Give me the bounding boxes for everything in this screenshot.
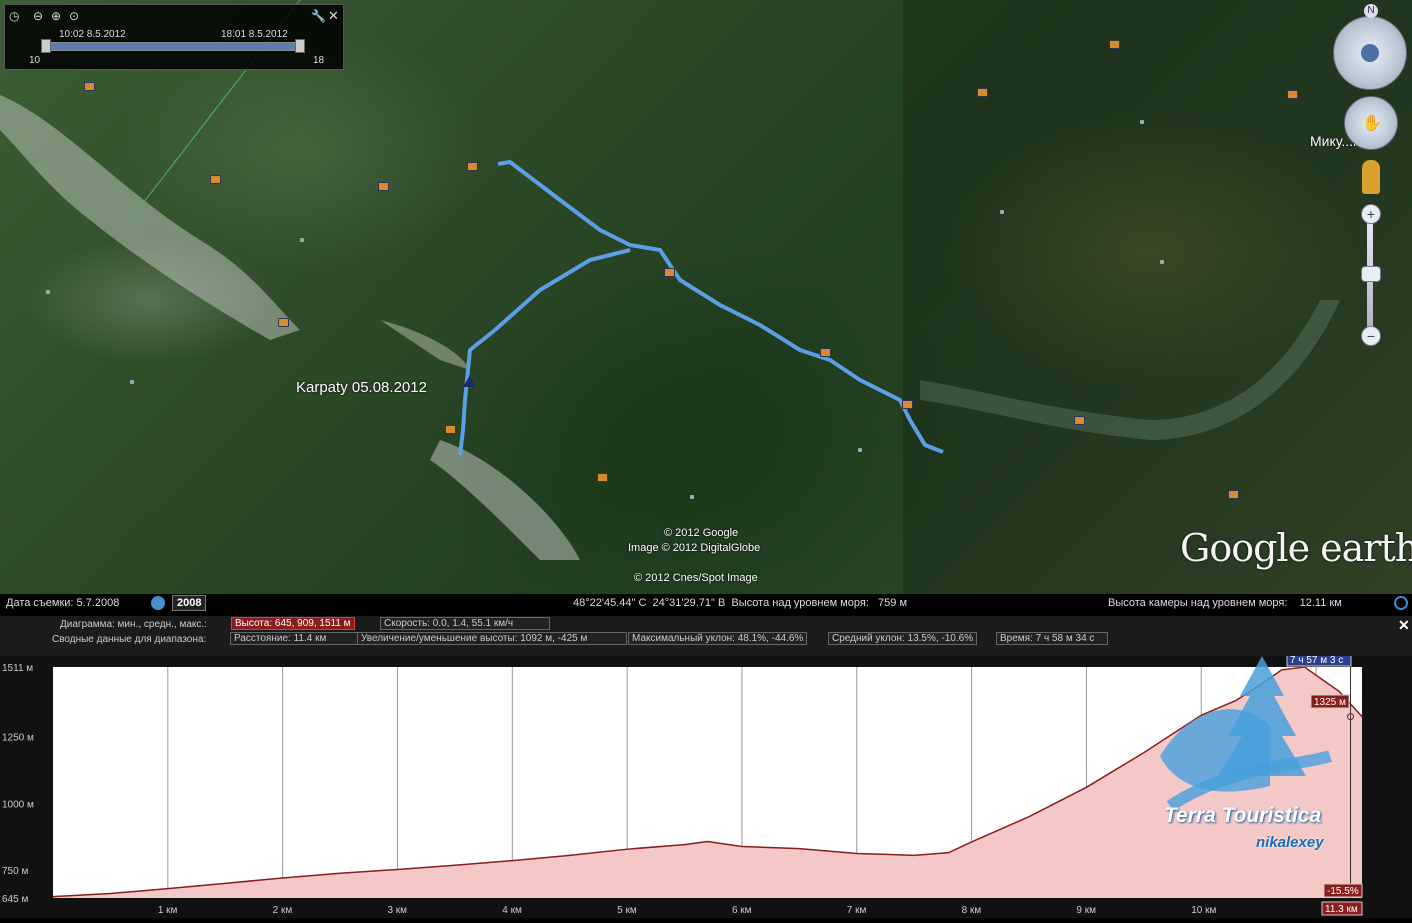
track-start-marker[interactable]: [463, 375, 475, 387]
photo-poi-icon[interactable]: [210, 175, 221, 184]
time-end-label: 18:01 8.5.2012: [221, 29, 288, 40]
x-tick-label: 6 км: [732, 905, 752, 916]
historical-imagery-icon[interactable]: [151, 596, 165, 610]
rock-ridge-2: [430, 440, 580, 560]
status-bar: Дата съемки: 5.7.2008 2008 48°22'45.44" …: [0, 594, 1412, 616]
cursor-coordinates: 48°22'45.44" С 24°31'29.71" В Высота над…: [573, 597, 908, 609]
y-tick-label: 1511 м: [2, 663, 33, 674]
time-start-handle[interactable]: [41, 39, 51, 53]
time-end-handle[interactable]: [295, 39, 305, 53]
photo-poi-icon[interactable]: [664, 268, 675, 277]
x-tick-label: 7 км: [847, 905, 867, 916]
map-view[interactable]: Karpaty 05.08.2012 Мику...нин © 2012 Goo…: [0, 0, 1412, 594]
x-tick-label: 8 км: [962, 905, 982, 916]
time-range-bar[interactable]: [43, 42, 303, 51]
time-max-label: 18: [313, 55, 325, 66]
panoramio-icon[interactable]: [130, 380, 134, 384]
panoramio-icon[interactable]: [1160, 260, 1164, 264]
gps-track[interactable]: [458, 160, 944, 456]
x-tick-label: 9 км: [1076, 905, 1096, 916]
x-tick-label: 1 км: [158, 905, 178, 916]
watermark-subtitle: nikalexey: [1256, 834, 1324, 851]
eye-icon: [1361, 44, 1379, 62]
zoom-handle[interactable]: [1361, 266, 1381, 282]
play-icon[interactable]: ⊙: [69, 9, 79, 23]
speed-stat[interactable]: Скорость: 0.0, 1.4, 55.1 км/ч: [380, 617, 550, 630]
x-tick-label: 2 км: [273, 905, 293, 916]
photo-poi-icon[interactable]: [84, 82, 95, 91]
copyright-google: © 2012 Google: [664, 527, 739, 539]
photo-poi-icon[interactable]: [1287, 90, 1298, 99]
zoom-out-time-icon[interactable]: ⊖: [33, 9, 43, 23]
gain-stat: Увеличение/уменьшение высоты: 1092 м, -4…: [357, 632, 627, 645]
time-min-label: 10: [29, 55, 41, 66]
photo-poi-icon[interactable]: [278, 318, 289, 327]
x-tick-label: 3 км: [387, 905, 407, 916]
street-view-pegman-icon[interactable]: [1362, 160, 1380, 194]
map-overlay: [0, 0, 1340, 560]
photo-poi-icon[interactable]: [1074, 416, 1085, 425]
x-tick-label: 5 км: [617, 905, 637, 916]
cursor-distance-label: 11.3 км: [1325, 904, 1358, 915]
move-control[interactable]: ✋: [1344, 96, 1398, 150]
valley: [920, 300, 1340, 440]
y-tick-label: 750 м: [2, 866, 28, 877]
clock-icon[interactable]: ◷: [9, 9, 19, 23]
x-tick-label: 10 км: [1191, 905, 1216, 916]
streaming-icon: [1394, 596, 1408, 610]
panoramio-icon[interactable]: [690, 495, 694, 499]
time-slider-panel: ◷ ⊖ ⊕ ⊙ 🔧 ✕ 10:02 8.5.2012 18:01 8.5.201…: [4, 4, 344, 70]
photo-poi-icon[interactable]: [1228, 490, 1239, 499]
avg-slope-stat: Средний уклон: 13.5%, -10.6%: [828, 632, 978, 645]
photo-poi-icon[interactable]: [1109, 40, 1120, 49]
distance-stat: Расстояние: 11.4 км: [230, 632, 358, 645]
look-around-control[interactable]: [1333, 16, 1407, 90]
photo-poi-icon[interactable]: [977, 88, 988, 97]
watermark-title: Terra Touristica: [1164, 804, 1322, 827]
time-start-label: 10:02 8.5.2012: [59, 29, 126, 40]
meadow: [380, 320, 470, 370]
panoramio-icon[interactable]: [300, 238, 304, 242]
photo-poi-icon[interactable]: [597, 473, 608, 482]
y-tick-label: 1000 м: [2, 799, 34, 810]
panoramio-icon[interactable]: [1000, 210, 1004, 214]
height-stat[interactable]: Высота: 645, 909, 1511 м: [231, 617, 355, 630]
zoom-in-icon[interactable]: +: [1361, 204, 1381, 224]
time-stat: Время: 7 ч 58 м 34 с: [996, 632, 1108, 645]
terra-touristica-watermark: Terra Touristica nikalexey: [1150, 656, 1340, 856]
imagery-year[interactable]: 2008: [172, 595, 207, 611]
zoom-out-icon[interactable]: −: [1361, 326, 1381, 346]
copyright-digitalglobe: Image © 2012 DigitalGlobe: [628, 542, 761, 554]
imagery-date: Дата съемки: 5.7.2008: [6, 597, 120, 609]
hand-icon: ✋: [1362, 115, 1382, 132]
panoramio-icon[interactable]: [46, 290, 50, 294]
copyright-cnes: © 2012 Cnes/Spot Image: [634, 572, 758, 584]
photo-poi-icon[interactable]: [902, 400, 913, 409]
y-tick-label: 1250 м: [2, 733, 34, 744]
close-icon[interactable]: ✕: [328, 8, 339, 24]
panoramio-icon[interactable]: [858, 448, 862, 452]
elevation-stats: Диаграмма: мин., средн., макс.: Высота: …: [0, 616, 1412, 656]
google-earth-logo: Google earth: [1180, 526, 1412, 570]
photo-poi-icon[interactable]: [467, 162, 478, 171]
track-label[interactable]: Karpaty 05.08.2012: [296, 379, 427, 396]
photo-poi-icon[interactable]: [445, 425, 456, 434]
x-tick-label: 4 км: [502, 905, 522, 916]
zoom-in-time-icon[interactable]: ⊕: [51, 9, 61, 23]
chart-label: Диаграмма: мин., средн., макс.:: [60, 619, 207, 630]
north-icon[interactable]: N: [1364, 4, 1378, 18]
max-slope-stat: Максимальный уклон: 48.1%, -44.6%: [628, 632, 808, 645]
panoramio-icon[interactable]: [1140, 120, 1144, 124]
elevation-profile[interactable]: 1511 м 1250 м 1000 м 750 м 645 м 1 км 2 км 3 км…: [0, 652, 1412, 918]
cursor-slope-label: -15.5%: [1327, 886, 1359, 897]
summary-label: Сводные данные для диапазона:: [52, 634, 207, 645]
rock-ridge: [0, 95, 300, 340]
y-tick-label: 645 м: [2, 894, 28, 905]
photo-poi-icon[interactable]: [378, 182, 389, 191]
camera-altitude: Высота камеры над уровнем моря: 12.11 км: [1108, 597, 1342, 609]
photo-poi-icon[interactable]: [820, 348, 831, 357]
settings-wrench-icon[interactable]: 🔧: [311, 9, 326, 23]
close-profile-icon[interactable]: ✕: [1398, 617, 1410, 634]
